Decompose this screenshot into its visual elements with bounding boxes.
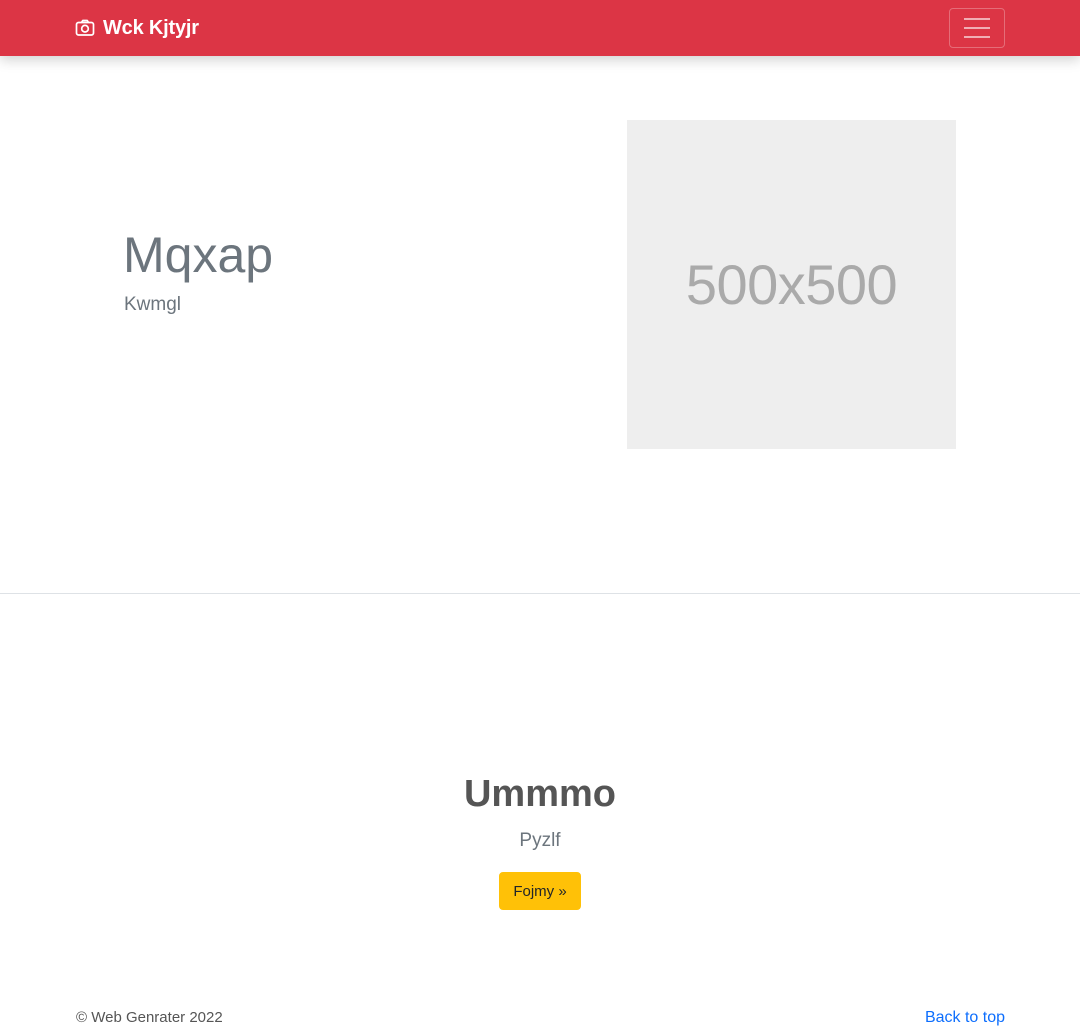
hero-heading: Mqxap — [123, 227, 274, 283]
cta-heading: Ummmo — [463, 773, 617, 815]
cta-section: Ummmo Pyzlf Fojmy » — [0, 594, 1080, 984]
hero-lead-text: Kwmgl — [124, 294, 182, 315]
back-to-top-link[interactable]: Back to top — [925, 1009, 1005, 1027]
navbar: Wck Kjtyjr — [0, 0, 1080, 56]
cta-button[interactable]: Fojmy » — [499, 872, 581, 910]
hamburger-menu-icon — [964, 18, 990, 38]
cta-lead-text: Pyzlf — [519, 830, 561, 851]
brand-link[interactable]: Wck Kjtyjr — [75, 0, 199, 56]
brand-name: Wck Kjtyjr — [103, 17, 199, 39]
image-placeholder-text: 500x500 — [685, 253, 898, 316]
copyright-text: © Web Genrater 2022 — [76, 1009, 223, 1026]
hero-image-placeholder: 500x500 — [627, 120, 956, 449]
footer: © Web Genrater 2022 Back to top — [0, 1004, 1080, 1030]
navbar-toggler-button[interactable] — [949, 8, 1005, 48]
camera-icon — [75, 19, 95, 36]
hero-section: Mqxap Kwmgl 500x500 — [0, 56, 1080, 593]
